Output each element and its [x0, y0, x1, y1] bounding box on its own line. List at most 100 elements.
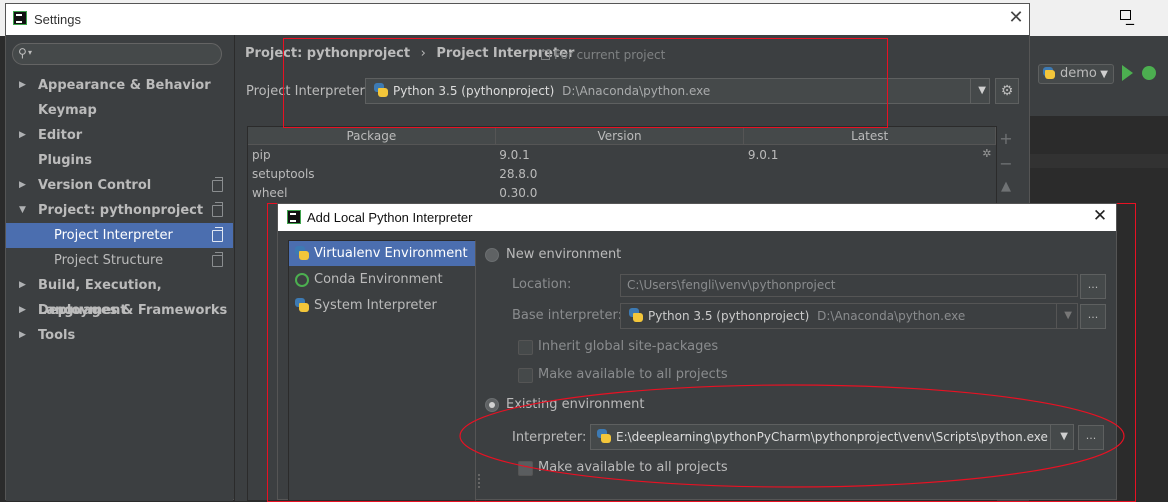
new-environment-label: New environment — [506, 247, 622, 262]
interpreter-name: Python 3.5 (pythonproject) — [393, 84, 555, 98]
python-icon — [597, 429, 611, 443]
sidebar-item-version-control[interactable]: ▶ Version Control — [6, 173, 233, 198]
python-icon — [629, 308, 643, 322]
project-settings-icon — [541, 50, 550, 60]
browse-location-button[interactable]: ... — [1080, 274, 1106, 299]
new-env-available-checkbox[interactable] — [518, 368, 533, 383]
sidebar-item-editor[interactable]: ▶ Editor — [6, 123, 233, 148]
list-item-label: System Interpreter — [314, 298, 437, 313]
conda-icon — [295, 273, 309, 287]
table-row[interactable]: pip 9.0.1 9.0.1 ✲ — [248, 145, 996, 165]
sidebar-item-label: Project Structure — [54, 253, 164, 268]
location-label: Location: — [512, 277, 572, 292]
collapse-icon[interactable]: ▼ — [19, 198, 26, 223]
environment-type-list: Virtualenv Environment Conda Environment… — [288, 240, 476, 501]
sidebar-item-appearance[interactable]: ▶ Appearance & Behavior — [6, 73, 233, 98]
add-package-icon[interactable]: + — [997, 129, 1015, 148]
sidebar-item-label: Keymap — [38, 103, 97, 118]
sidebar-item-project-structure[interactable]: Project Structure — [6, 248, 233, 273]
browse-base-button[interactable]: ... — [1080, 304, 1106, 329]
sidebar-item-project-interpreter[interactable]: Project Interpreter — [6, 223, 233, 248]
inherit-packages-checkbox[interactable] — [518, 340, 533, 355]
list-item-system[interactable]: System Interpreter — [289, 293, 475, 318]
sidebar-item-label: Appearance & Behavior — [38, 78, 211, 93]
project-interpreter-select[interactable]: Python 3.5 (pythonproject) D:\Anaconda\p… — [365, 78, 990, 104]
expand-icon[interactable]: ▶ — [19, 323, 26, 348]
list-item-virtualenv[interactable]: Virtualenv Environment — [289, 241, 475, 266]
close-icon[interactable]: ✕ — [1006, 7, 1026, 29]
loading-spinner-icon: ✲ — [982, 147, 992, 160]
list-item-label: Virtualenv Environment — [314, 246, 468, 261]
package-version: 9.0.1 — [499, 147, 530, 162]
expand-icon[interactable]: ▶ — [19, 123, 26, 148]
existing-environment-label: Existing environment — [506, 397, 645, 412]
chevron-down-icon: ▾ — [28, 48, 33, 57]
expand-icon[interactable]: ▶ — [19, 73, 26, 98]
expand-icon[interactable]: ▶ — [19, 273, 26, 298]
expand-icon[interactable]: ▶ — [19, 298, 26, 323]
base-interpreter-name: Python 3.5 (pythonproject) — [648, 309, 810, 323]
base-interpreter-label: Base interpreter: — [512, 308, 622, 323]
breadcrumb: Project: pythonproject › Project Interpr… — [245, 46, 574, 61]
list-item-conda[interactable]: Conda Environment — [289, 267, 475, 292]
existing-environment-radio[interactable] — [485, 398, 499, 412]
remove-package-icon[interactable]: − — [997, 154, 1015, 173]
sidebar-item-keymap[interactable]: Keymap — [6, 98, 233, 123]
location-field[interactable]: C:\Users\fengli\venv\pythonproject — [620, 274, 1078, 297]
run-config-select[interactable]: demo ▼ — [1038, 64, 1114, 84]
expand-icon[interactable]: ▶ — [19, 173, 26, 198]
chevron-down-icon: ▼ — [978, 85, 986, 96]
upgrade-package-icon[interactable]: ▲ — [997, 179, 1015, 194]
existing-interpreter-path: E:\deeplearning\pythonPyCharm\pythonproj… — [616, 430, 1048, 444]
breadcrumb-project[interactable]: Project: pythonproject — [245, 46, 410, 61]
python-icon — [374, 83, 388, 97]
close-icon[interactable]: ✕ — [1090, 206, 1110, 228]
scope-note: For current project — [541, 48, 665, 62]
settings-sidebar: ⚲ ▾ ▶ Appearance & Behavior Keymap ▶ Edi… — [6, 35, 233, 501]
table-row[interactable]: wheel 0.30.0 — [248, 183, 996, 202]
search-input[interactable]: ⚲ ▾ — [12, 43, 222, 65]
column-header-package[interactable]: Package — [248, 127, 496, 145]
package-name: wheel — [252, 185, 288, 200]
chevron-down-icon: ▼ — [1060, 431, 1068, 442]
sidebar-item-label: Languages & Frameworks — [38, 303, 228, 318]
existing-env-available-checkbox[interactable] — [518, 461, 533, 476]
debug-icon[interactable] — [1142, 66, 1156, 80]
chevron-down-icon: ▼ — [1100, 69, 1108, 80]
project-settings-icon — [212, 177, 223, 192]
package-latest: 9.0.1 ✲ — [744, 145, 996, 165]
resize-grip[interactable] — [478, 474, 480, 488]
dialog-titlebar: Add Local Python Interpreter ✕ — [278, 204, 1116, 231]
sidebar-item-label: Version Control — [38, 178, 152, 193]
sidebar-item-tools[interactable]: ▶ Tools — [6, 323, 233, 348]
sidebar-item-plugins[interactable]: Plugins — [6, 148, 233, 173]
table-row[interactable]: setuptools 28.8.0 — [248, 164, 996, 183]
base-interpreter-select[interactable]: Python 3.5 (pythonproject) D:\Anaconda\p… — [620, 303, 1078, 329]
package-latest — [744, 183, 996, 202]
run-config-icon — [1043, 67, 1055, 79]
sidebar-item-project[interactable]: ▼ Project: pythonproject — [6, 198, 233, 223]
gear-icon[interactable]: ⚙ — [995, 78, 1019, 104]
python-icon — [295, 298, 309, 312]
interpreter-path: D:\Anaconda\python.exe — [562, 84, 711, 98]
run-config-label: demo — [1060, 66, 1097, 81]
package-version: 28.8.0 — [499, 166, 538, 181]
sidebar-item-build[interactable]: ▶ Build, Execution, Deployment — [6, 273, 233, 318]
sidebar-item-label: Plugins — [38, 153, 92, 168]
project-interpreter-label: Project Interpreter: — [246, 84, 370, 99]
pycharm-logo-icon — [287, 210, 301, 224]
base-interpreter-path: D:\Anaconda\python.exe — [817, 309, 966, 323]
run-icon[interactable] — [1122, 65, 1133, 81]
existing-interpreter-select[interactable]: E:\deeplearning\pythonPyCharm\pythonproj… — [590, 424, 1074, 450]
new-env-available-label: Make available to all projects — [538, 367, 728, 382]
sidebar-item-label: Project: pythonproject — [38, 203, 204, 218]
sidebar-item-label: Tools — [38, 328, 76, 343]
package-name: setuptools — [252, 166, 315, 181]
browse-interpreter-button[interactable]: ... — [1078, 425, 1104, 450]
column-header-latest[interactable]: Latest — [743, 127, 996, 145]
column-header-version[interactable]: Version — [495, 127, 745, 145]
ide-maximize-icon[interactable] — [1120, 10, 1131, 20]
pycharm-logo-icon — [13, 11, 27, 25]
new-environment-radio[interactable] — [485, 248, 499, 262]
sidebar-item-languages[interactable]: ▶ Languages & Frameworks — [6, 298, 233, 323]
